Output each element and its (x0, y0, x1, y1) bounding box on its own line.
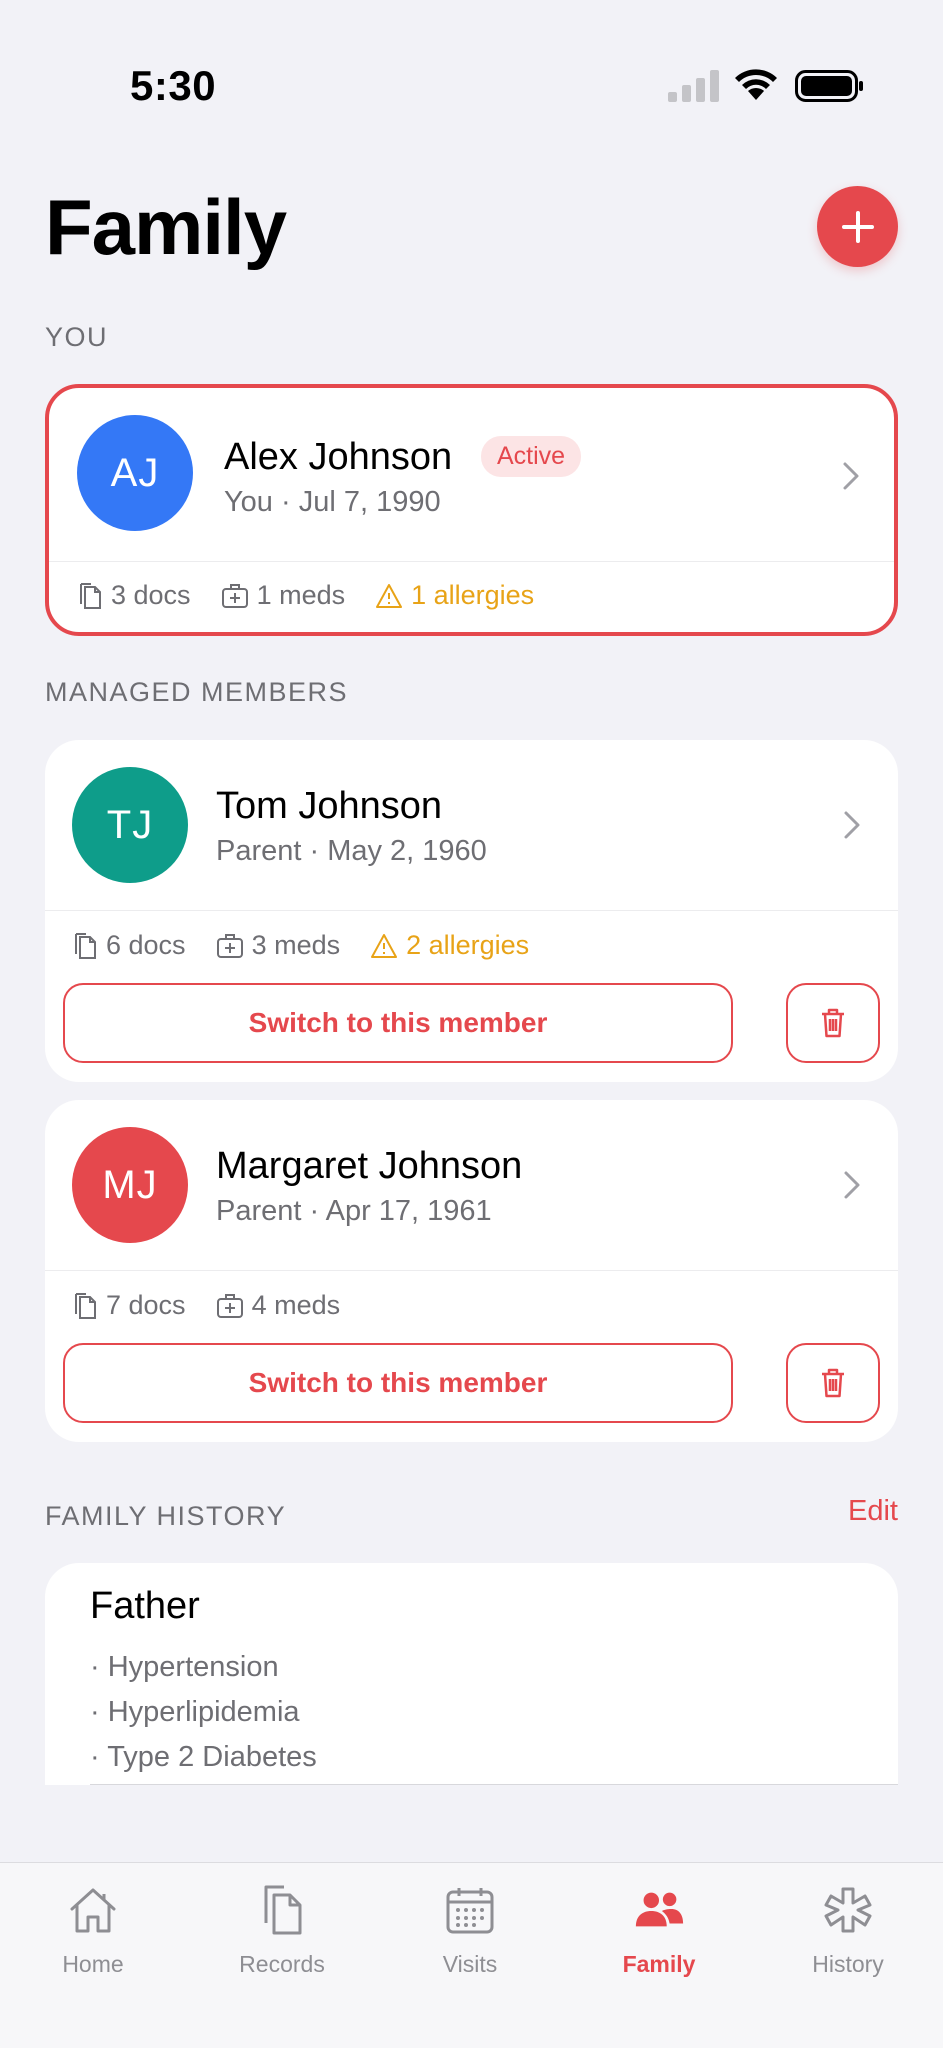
status-bar: 5:30 (0, 0, 943, 130)
docs-count: 6 docs (106, 930, 186, 960)
member-stats: 7 docs 4 meds (72, 1290, 370, 1321)
trash-icon (822, 1008, 844, 1038)
history-icon (824, 1887, 872, 1933)
divider (45, 1270, 898, 1271)
family-icon (635, 1892, 684, 1927)
tab-label: History (812, 1951, 884, 1977)
divider (49, 561, 894, 562)
cellular-signal-icon (668, 70, 719, 102)
switch-member-button[interactable]: Switch to this member (63, 1343, 733, 1423)
tab-label: Records (239, 1951, 325, 1977)
delete-member-button[interactable] (786, 1343, 880, 1423)
docs-stat: 3 docs (77, 580, 191, 611)
meds-count: 4 meds (251, 1290, 341, 1320)
document-icon (75, 932, 96, 959)
tab-visits[interactable]: Visits (400, 1883, 540, 1978)
switch-member-button[interactable]: Switch to this member (63, 983, 733, 1063)
status-time: 5:30 (130, 62, 217, 109)
allergies-count: 1 allergies (411, 580, 535, 610)
home-icon (70, 1888, 116, 1933)
meds-stat: 1 meds (221, 580, 346, 611)
chevron-right-icon (843, 462, 859, 490)
meds-stat: 3 meds (216, 930, 341, 961)
tab-home[interactable]: Home (23, 1883, 163, 1978)
calendar-icon (446, 1888, 494, 1934)
section-label-managed: MANAGED MEMBERS (45, 677, 349, 707)
member-card[interactable]: TJ Tom Johnson Parent · May 2, 1960 6 do… (45, 740, 898, 1082)
records-icon (264, 1885, 302, 1935)
document-icon (80, 582, 101, 609)
tab-family[interactable]: Family (589, 1883, 729, 1978)
member-name: Margaret Johnson (216, 1145, 523, 1187)
chevron-right-icon (844, 1171, 860, 1199)
tab-records[interactable]: Records (212, 1883, 352, 1978)
history-condition: · Hypertension (90, 1651, 279, 1683)
meds-stat: 4 meds (216, 1290, 341, 1321)
docs-stat: 6 docs (72, 930, 186, 961)
medkit-icon (221, 583, 248, 608)
tab-label: Home (62, 1951, 124, 1977)
section-label-you: YOU (45, 322, 109, 352)
tab-label: Visits (442, 1951, 498, 1977)
member-card[interactable]: MJ Margaret Johnson Parent · Apr 17, 196… (45, 1100, 898, 1442)
add-member-button[interactable] (817, 186, 898, 267)
allergies-stat: 1 allergies (375, 580, 534, 611)
family-history-card[interactable]: Father · Hypertension · Hyperlipidemia ·… (45, 1563, 898, 1785)
warning-icon (371, 933, 398, 958)
avatar: TJ (72, 767, 188, 883)
member-name: Tom Johnson (216, 785, 443, 827)
tab-bar: Home Records Visits Family History (0, 1862, 943, 2048)
medkit-icon (216, 933, 243, 958)
member-subtitle: Parent · Apr 17, 1961 (216, 1195, 492, 1227)
allergies-count: 2 allergies (406, 930, 530, 960)
member-stats: 3 docs 1 meds 1 allergies (77, 580, 564, 611)
member-subtitle: Parent · May 2, 1960 (216, 835, 487, 867)
meds-count: 1 meds (256, 580, 346, 610)
delete-member-button[interactable] (786, 983, 880, 1063)
edit-history-link[interactable]: Edit (848, 1495, 898, 1528)
page-title: Family (45, 183, 287, 271)
docs-count: 3 docs (111, 580, 191, 610)
member-name: Alex Johnson (224, 436, 453, 478)
history-condition: · Hyperlipidemia (90, 1696, 300, 1728)
member-stats: 6 docs 3 meds 2 allergies (72, 930, 559, 961)
member-subtitle: You · Jul 7, 1990 (224, 486, 441, 518)
warning-icon (376, 583, 403, 608)
divider (90, 1784, 898, 1785)
history-relation: Father (90, 1585, 200, 1627)
medkit-icon (216, 1293, 243, 1318)
battery-icon (795, 70, 863, 102)
avatar: MJ (72, 1127, 188, 1243)
divider (45, 910, 898, 911)
allergies-stat: 2 allergies (370, 930, 529, 961)
self-member-card[interactable]: AJ Alex Johnson Active You · Jul 7, 1990… (45, 384, 898, 636)
section-label-history: FAMILY HISTORY (45, 1501, 287, 1531)
tab-label: Family (622, 1951, 696, 1977)
tab-history[interactable]: History (778, 1883, 918, 1978)
wifi-icon (735, 69, 777, 100)
document-icon (75, 1292, 96, 1319)
history-condition: · Type 2 Diabetes (90, 1741, 317, 1773)
trash-icon (822, 1368, 844, 1398)
docs-stat: 7 docs (72, 1290, 186, 1321)
docs-count: 7 docs (106, 1290, 186, 1320)
meds-count: 3 meds (251, 930, 341, 960)
avatar: AJ (77, 415, 193, 531)
status-badge: Active (481, 436, 582, 477)
plus-icon (841, 210, 874, 243)
chevron-right-icon (844, 811, 860, 839)
